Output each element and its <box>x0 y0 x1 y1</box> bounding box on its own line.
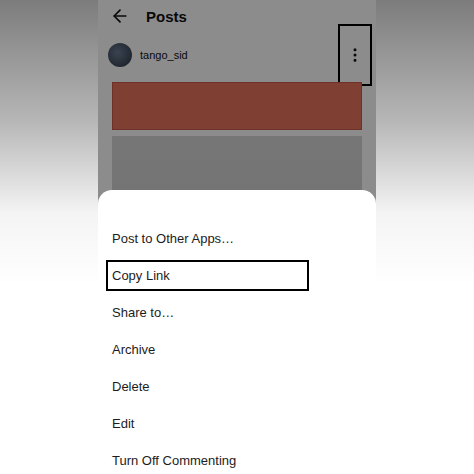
menu-item[interactable]: Copy Link <box>98 257 376 294</box>
menu-item[interactable]: Post to Other Apps… <box>98 220 376 257</box>
menu-item-label: Edit <box>106 408 309 439</box>
menu-item[interactable]: Turn Off Commenting <box>98 442 376 474</box>
menu-item-label: Copy Link <box>106 260 309 291</box>
phone-screen: Poststango_sidPost to Other Apps…Copy Li… <box>98 0 376 474</box>
menu-item[interactable]: Share to… <box>98 294 376 331</box>
menu-item[interactable]: Archive <box>98 331 376 368</box>
menu-item-label: Share to… <box>106 297 309 328</box>
menu-item[interactable]: Edit <box>98 405 376 442</box>
menu-item-label: Turn Off Commenting <box>106 445 309 474</box>
menu-item-label: Post to Other Apps… <box>106 223 309 254</box>
screen: Poststango_sidPost to Other Apps…Copy Li… <box>0 0 474 474</box>
options-sheet: Post to Other Apps… Copy Link Share to… Arc… <box>98 190 376 474</box>
menu-item[interactable]: Delete <box>98 368 376 405</box>
menu-item-label: Archive <box>106 334 309 365</box>
menu-item-label: Delete <box>106 371 309 402</box>
